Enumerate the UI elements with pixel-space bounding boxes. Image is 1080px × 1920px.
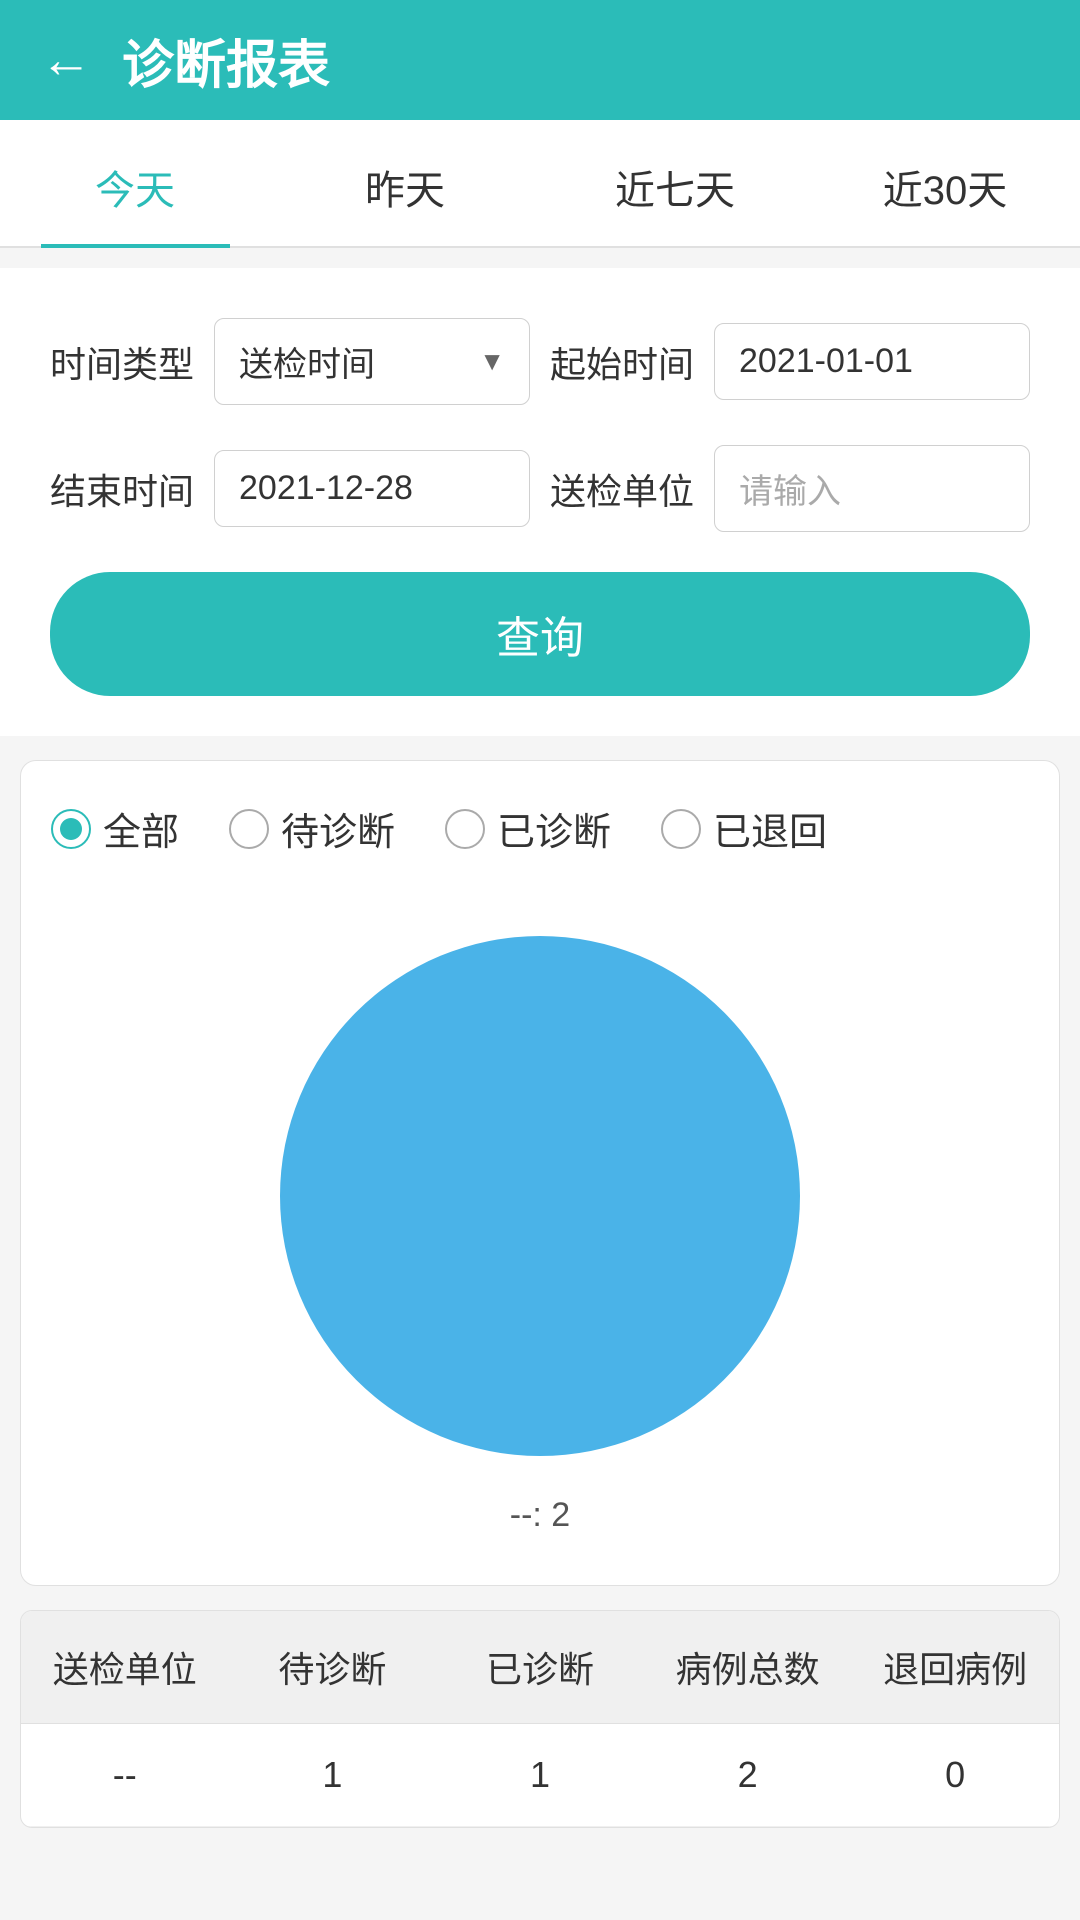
dropdown-arrow-icon: ▼	[479, 346, 505, 377]
cell-diagnosed: 1	[436, 1724, 644, 1826]
col-total: 病例总数	[644, 1611, 852, 1723]
time-type-label: 时间类型	[50, 336, 194, 388]
pie-legend: --: 2	[510, 1496, 570, 1535]
data-table: 送检单位 待诊断 已诊断 病例总数 退回病例 -- 1 1 2 0	[20, 1610, 1060, 1828]
query-button[interactable]: 查询	[50, 572, 1030, 696]
start-time-input[interactable]: 2021-01-01	[714, 323, 1030, 400]
tab-30days[interactable]: 近30天	[810, 120, 1080, 246]
radio-diagnosed-label: 已诊断	[497, 801, 611, 856]
page-title: 诊断报表	[122, 23, 330, 98]
radio-all-label: 全部	[103, 801, 179, 856]
cell-returned: 0	[851, 1724, 1059, 1826]
radio-returned[interactable]: 已退回	[661, 801, 827, 856]
col-diagnosed: 已诊断	[436, 1611, 644, 1723]
time-type-row: 时间类型 送检时间 ▼ 起始时间 2021-01-01	[50, 318, 1030, 405]
table-row: -- 1 1 2 0	[21, 1724, 1059, 1827]
table-header: 送检单位 待诊断 已诊断 病例总数 退回病例	[21, 1611, 1059, 1724]
radio-all-circle	[51, 809, 91, 849]
radio-pending[interactable]: 待诊断	[229, 801, 395, 856]
cell-total: 2	[644, 1724, 852, 1826]
tab-bar: 今天 昨天 近七天 近30天	[0, 120, 1080, 248]
radio-diagnosed-circle	[445, 809, 485, 849]
pie-chart-container: --: 2	[51, 886, 1029, 1555]
end-time-input[interactable]: 2021-12-28	[214, 450, 530, 527]
radio-pending-circle	[229, 809, 269, 849]
radio-diagnosed[interactable]: 已诊断	[445, 801, 611, 856]
unit-input[interactable]: 请输入	[714, 445, 1030, 532]
col-unit: 送检单位	[21, 1611, 229, 1723]
radio-all[interactable]: 全部	[51, 801, 179, 856]
tab-7days[interactable]: 近七天	[540, 120, 810, 246]
radio-pending-label: 待诊断	[281, 801, 395, 856]
end-time-label: 结束时间	[50, 463, 194, 515]
cell-pending: 1	[229, 1724, 437, 1826]
tab-yesterday[interactable]: 昨天	[270, 120, 540, 246]
end-time-row: 结束时间 2021-12-28 送检单位 请输入	[50, 445, 1030, 532]
radio-group: 全部 待诊断 已诊断 已退回	[51, 801, 1029, 856]
radio-returned-circle	[661, 809, 701, 849]
cell-unit: --	[21, 1724, 229, 1826]
filter-form: 时间类型 送检时间 ▼ 起始时间 2021-01-01 结束时间 2021-12…	[0, 268, 1080, 736]
chart-card: 全部 待诊断 已诊断 已退回 --: 2	[20, 760, 1060, 1586]
col-pending: 待诊断	[229, 1611, 437, 1723]
tab-today[interactable]: 今天	[0, 120, 270, 246]
start-time-label: 起始时间	[550, 336, 694, 388]
header: ← 诊断报表	[0, 0, 1080, 120]
col-returned: 退回病例	[851, 1611, 1059, 1723]
radio-returned-label: 已退回	[713, 801, 827, 856]
back-button[interactable]: ←	[40, 34, 92, 86]
pie-chart	[250, 906, 830, 1486]
unit-label: 送检单位	[550, 463, 694, 515]
time-type-select[interactable]: 送检时间 ▼	[214, 318, 530, 405]
